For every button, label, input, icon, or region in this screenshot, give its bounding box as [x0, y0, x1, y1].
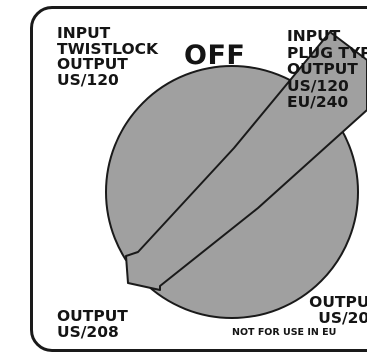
position-label-input-plug: INPUT PLUG TYPE OUTPUT US/120 EU/240 — [287, 28, 367, 111]
label-line: EU/240 — [287, 93, 349, 111]
label-line: OUTPUT — [287, 60, 358, 78]
label-line: INPUT — [287, 27, 341, 45]
label-line: US/208 — [318, 309, 367, 327]
label-line: US/120 — [287, 76, 349, 95]
selector-switch-plate: INPUT TWISTLOCK OUTPUT US/120 OFF OUTPUT… — [0, 0, 367, 363]
label-line: PLUG TYPE — [287, 43, 367, 62]
label-line: OUTPUT — [309, 293, 367, 311]
position-label-output-us208-right: OUTPUT US/208 — [300, 294, 367, 326]
warning-label: NOT FOR USE IN EU — [232, 327, 337, 338]
